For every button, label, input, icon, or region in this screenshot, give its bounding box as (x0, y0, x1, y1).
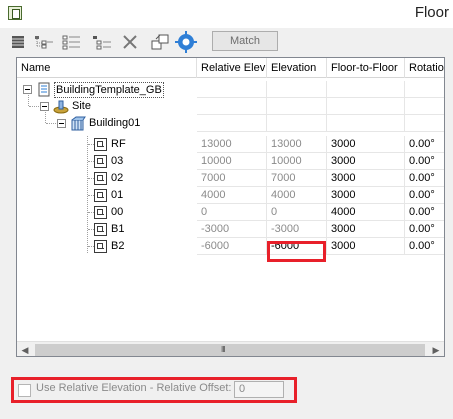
rotation-cell[interactable]: 0.00° (405, 153, 444, 170)
floor-name: 00 (111, 206, 124, 218)
floor-tree-grid: Name Relative Elev Elevation Floor-to-Fl… (16, 57, 445, 357)
option-highlight-box (11, 377, 297, 403)
tree-row-building[interactable]: Building01 (17, 115, 444, 132)
floor-name: 02 (111, 172, 124, 184)
relative-elev-cell[interactable]: 0 (197, 204, 267, 221)
floor-icon (94, 155, 107, 168)
toolbar: Match (0, 28, 453, 56)
relative-elev-cell[interactable]: 13000 (197, 136, 267, 153)
template-icon (38, 82, 50, 97)
app-icon (8, 6, 22, 20)
col-header-floor-to-floor[interactable]: Floor-to-Floor (327, 58, 405, 78)
tree-list-icon[interactable] (92, 33, 112, 51)
col-header-relative-elev[interactable]: Relative Elev (197, 58, 267, 78)
rotation-cell[interactable]: 0.00° (405, 204, 444, 221)
delete-x-icon[interactable] (120, 33, 140, 51)
tree-row-template[interactable]: BuildingTemplate_GB (17, 81, 444, 98)
floor-row[interactable]: 03 10000 10000 3000 0.00° (17, 153, 444, 170)
floor-name: RF (111, 138, 126, 150)
settings-gear-icon[interactable] (174, 31, 198, 53)
floor-row[interactable]: B2 -6000 -6000 3000 0.00° (17, 238, 444, 255)
floor-icon (94, 189, 107, 202)
floor-to-floor-cell[interactable]: 3000 (327, 187, 405, 204)
tree-row-site[interactable]: Site (17, 98, 444, 115)
floor-row[interactable]: 02 7000 7000 3000 0.00° (17, 170, 444, 187)
title-bar: Floor (0, 0, 453, 28)
elevation-cell[interactable]: 4000 (267, 187, 327, 204)
floor-icon (94, 172, 107, 185)
scroll-grip: III (221, 345, 226, 354)
list-icon[interactable] (8, 33, 28, 51)
rotation-cell[interactable]: 0.00° (405, 136, 444, 153)
floor-icon (94, 223, 107, 236)
elevation-highlight-box (267, 241, 326, 262)
scroll-right-icon[interactable]: ▶ (428, 342, 444, 356)
elevation-cell[interactable]: -3000 (267, 221, 327, 238)
relative-elev-cell[interactable]: 10000 (197, 153, 267, 170)
rotation-cell[interactable]: 0.00° (405, 221, 444, 238)
col-header-elevation[interactable]: Elevation (267, 58, 327, 78)
relative-elev-cell[interactable]: -6000 (197, 238, 267, 255)
floor-row[interactable]: RF 13000 13000 3000 0.00° (17, 136, 444, 153)
floor-name: B1 (111, 223, 125, 235)
floor-name: 01 (111, 189, 124, 201)
scroll-thumb[interactable]: III (35, 344, 425, 356)
floor-icon (94, 206, 107, 219)
import-icon[interactable] (150, 33, 170, 51)
floor-icon (94, 138, 107, 151)
rotation-cell[interactable]: 0.00° (405, 238, 444, 255)
window-title: Floor (414, 4, 449, 21)
site-icon (53, 100, 69, 114)
grid-header: Name Relative Elev Elevation Floor-to-Fl… (17, 58, 444, 78)
collapse-icon[interactable] (57, 119, 66, 128)
floor-to-floor-cell[interactable]: 4000 (327, 204, 405, 221)
tree-label-template: BuildingTemplate_GB (54, 82, 164, 98)
floor-icon (94, 240, 107, 253)
building-icon (71, 116, 86, 131)
floor-name: 03 (111, 155, 124, 167)
tree-insert-icon[interactable] (62, 33, 82, 51)
relative-elev-cell[interactable]: -3000 (197, 221, 267, 238)
floor-name: B2 (111, 240, 125, 252)
tree-add-icon[interactable] (34, 33, 54, 51)
floor-to-floor-cell[interactable]: 3000 (327, 238, 405, 255)
horizontal-scrollbar[interactable]: ◀ III ▶ (17, 341, 444, 356)
elevation-cell[interactable]: 7000 (267, 170, 327, 187)
rotation-cell[interactable]: 0.00° (405, 187, 444, 204)
col-header-rotation[interactable]: Rotation (405, 58, 444, 78)
elevation-cell[interactable]: 13000 (267, 136, 327, 153)
floor-row[interactable]: B1 -3000 -3000 3000 0.00° (17, 221, 444, 238)
col-header-name[interactable]: Name (17, 58, 197, 78)
relative-elev-cell[interactable]: 7000 (197, 170, 267, 187)
floor-row[interactable]: 01 4000 4000 3000 0.00° (17, 187, 444, 204)
relative-elev-cell[interactable]: 4000 (197, 187, 267, 204)
floor-to-floor-cell[interactable]: 3000 (327, 136, 405, 153)
tree-label-building: Building01 (89, 117, 141, 129)
collapse-icon[interactable] (40, 102, 49, 111)
collapse-icon[interactable] (23, 85, 32, 94)
elevation-cell[interactable]: 0 (267, 204, 327, 221)
scroll-left-icon[interactable]: ◀ (17, 342, 33, 356)
floor-row[interactable]: 00 0 0 4000 0.00° (17, 204, 444, 221)
elevation-cell[interactable]: 10000 (267, 153, 327, 170)
floor-to-floor-cell[interactable]: 3000 (327, 153, 405, 170)
rotation-cell[interactable]: 0.00° (405, 170, 444, 187)
floor-to-floor-cell[interactable]: 3000 (327, 221, 405, 238)
match-button[interactable]: Match (212, 31, 278, 51)
tree-label-site: Site (72, 100, 91, 112)
floor-to-floor-cell[interactable]: 3000 (327, 170, 405, 187)
